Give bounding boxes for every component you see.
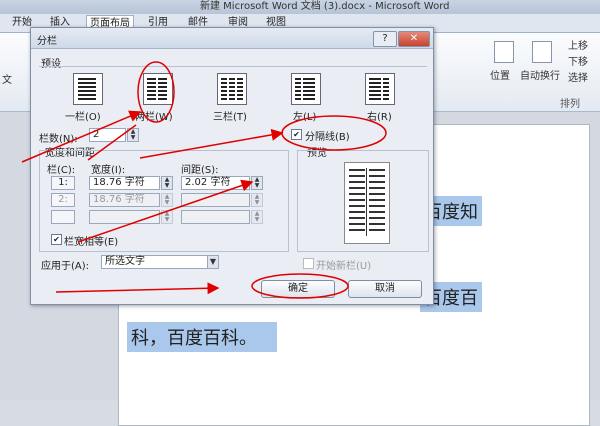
- preset-left-icon[interactable]: [291, 73, 321, 105]
- preview-line: [349, 193, 365, 195]
- col-row1-width[interactable]: 18.76 字符: [89, 176, 160, 190]
- new-column-label: 开始新栏(U): [316, 261, 372, 272]
- wrap-text-icon: [532, 41, 552, 63]
- col-row1-spacing[interactable]: 2.02 字符: [181, 176, 250, 190]
- col-row3-spacing: [181, 210, 250, 224]
- preview-line: [369, 205, 385, 207]
- num-cols-spinner[interactable]: ▲ ▼: [127, 128, 139, 142]
- ribbon-select[interactable]: 选择: [568, 69, 588, 84]
- col-row1-number: 1:: [51, 176, 75, 190]
- preview-line: [349, 229, 365, 231]
- chevron-down-icon[interactable]: ▼: [207, 255, 219, 269]
- apply-to-select[interactable]: 所选文字: [101, 255, 210, 269]
- col-header: 栏(C):: [47, 165, 76, 176]
- preview-line: [369, 193, 385, 195]
- apply-to-label: 应用于(A):: [41, 261, 90, 272]
- preview-line: [349, 199, 365, 201]
- col-row2-spacing: [181, 193, 250, 207]
- num-cols-label: 栏数(N):: [39, 134, 78, 145]
- preset-left-label[interactable]: 左(L): [293, 108, 316, 123]
- preview-line: [349, 205, 365, 207]
- preset-one-column-icon[interactable]: [73, 73, 103, 105]
- preview-line: [349, 217, 365, 219]
- separator-label: 分隔线(B): [305, 132, 350, 143]
- col-row3-width-spinner: ▲ ▼: [161, 210, 173, 224]
- preview-line: [369, 211, 385, 213]
- num-cols-input[interactable]: 2: [89, 128, 126, 142]
- dialog-title: 分栏: [37, 36, 57, 47]
- cancel-button[interactable]: 取消: [348, 280, 422, 298]
- dialog-titlebar: 分栏 ? ✕: [31, 28, 433, 49]
- window-title: 新建 Microsoft Word 文档 (3).docx - Microsof…: [200, 1, 450, 12]
- col-row3-width: [89, 210, 160, 224]
- preview-line: [349, 175, 365, 177]
- doc-text-line3[interactable]: 科，百度百科。: [127, 322, 277, 352]
- col-row2-number: 2:: [51, 193, 75, 207]
- tab-home[interactable]: 开始: [12, 16, 32, 30]
- preview-line: [369, 223, 385, 225]
- ribbon-bring-forward[interactable]: 上移: [568, 37, 588, 52]
- help-button[interactable]: ?: [373, 31, 397, 47]
- width-header: 宽度(I):: [91, 165, 126, 176]
- preset-three-columns-label[interactable]: 三栏(T): [213, 108, 247, 123]
- ok-button[interactable]: 确定: [261, 280, 335, 298]
- new-column-checkbox: [303, 258, 314, 269]
- col-row2-width: 18.76 字符: [89, 193, 160, 207]
- preview-separator: [366, 168, 367, 236]
- preview-line: [349, 211, 365, 213]
- col-row2-width-spinner: ▲ ▼: [161, 193, 173, 207]
- preview-line: [369, 199, 385, 201]
- preview-line: [349, 169, 365, 171]
- preset-three-columns-icon[interactable]: [217, 73, 247, 105]
- preview-line: [349, 187, 365, 189]
- preset-one-column-label[interactable]: 一栏(O): [65, 108, 101, 123]
- col-row1-width-spinner[interactable]: ▲ ▼: [161, 176, 173, 190]
- equal-width-label: 栏宽相等(E): [64, 237, 119, 248]
- position-icon: [494, 41, 514, 63]
- preset-right-icon[interactable]: [365, 73, 395, 105]
- columns-dialog: 分栏 ? ✕ 预设 一栏(O) 两栏(W) 三栏(T) 左(L) 右(R) 栏数…: [30, 27, 434, 305]
- preview-line: [349, 181, 365, 183]
- preset-two-columns-label[interactable]: 两栏(W): [135, 108, 173, 123]
- preview-line: [369, 169, 385, 171]
- preview-page: [344, 162, 390, 244]
- col-row1-spacing-spinner[interactable]: ▲ ▼: [251, 176, 263, 190]
- ribbon-send-backward[interactable]: 下移: [568, 53, 588, 68]
- preview-line: [369, 217, 385, 219]
- col-row3-number: [51, 210, 75, 224]
- preview-line: [369, 187, 385, 189]
- ribbon-group-arrange: 排列: [560, 99, 580, 110]
- separator-checkbox[interactable]: ✔: [291, 129, 302, 140]
- ribbon-wrap-button[interactable]: 自动换行: [520, 67, 560, 82]
- spacing-header: 间距(S):: [181, 165, 219, 176]
- preview-line: [369, 229, 385, 231]
- equal-width-checkbox[interactable]: ✔: [51, 234, 62, 245]
- window-titlebar: 新建 Microsoft Word 文档 (3).docx - Microsof…: [0, 0, 600, 14]
- preview-line: [349, 223, 365, 225]
- col-row2-spacing-spinner: ▲ ▼: [251, 193, 263, 207]
- col-row3-spacing-spinner: ▲ ▼: [251, 210, 263, 224]
- preview-line: [369, 175, 385, 177]
- close-button[interactable]: ✕: [398, 31, 430, 47]
- preset-two-columns-icon[interactable]: [143, 73, 173, 105]
- ribbon-position-button[interactable]: 位置: [490, 67, 510, 82]
- ribbon-left-label: 文: [2, 75, 12, 86]
- preset-right-label[interactable]: 右(R): [367, 108, 392, 123]
- preview-line: [369, 181, 385, 183]
